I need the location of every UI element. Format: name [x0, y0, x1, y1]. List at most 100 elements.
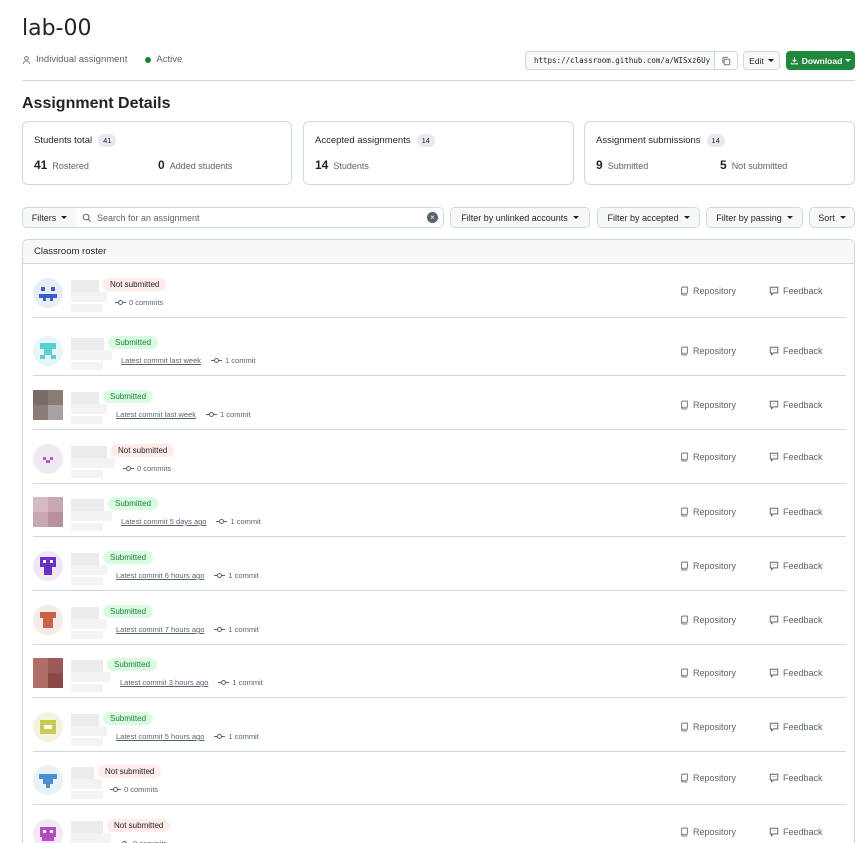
search-input[interactable]	[97, 212, 422, 223]
divider	[22, 80, 855, 81]
avatar[interactable]	[33, 551, 63, 581]
repository-link[interactable]: Repository	[680, 286, 736, 296]
repository-link[interactable]: Repository	[680, 615, 736, 625]
feedback-icon	[769, 507, 779, 517]
avatar-identicon	[39, 774, 57, 788]
chevron-down-icon	[61, 216, 68, 219]
redacted-name	[71, 821, 103, 833]
redacted-name	[71, 619, 107, 629]
status-badge: Not submitted	[107, 819, 171, 832]
commit-icon	[216, 519, 228, 524]
feedback-link[interactable]: Feedback	[769, 561, 823, 571]
assignment-type: Individual assignment	[22, 54, 127, 65]
repository-label: Repository	[693, 286, 737, 296]
latest-commit-link[interactable]: Latest commit 5 hours ago	[116, 732, 204, 741]
redacted-name	[71, 392, 99, 404]
chevron-down-icon	[839, 216, 846, 219]
latest-commit-link[interactable]: Latest commit 5 days ago	[121, 517, 206, 526]
feedback-label: Feedback	[783, 346, 823, 356]
commit-info: Latest commit 7 hours ago 1 commit	[116, 625, 259, 634]
commit-count-label: 1 commit	[230, 517, 261, 526]
commit-count: 1 commit	[214, 732, 259, 741]
repository-link[interactable]: Repository	[680, 668, 736, 678]
filter-accepted-label: Filter by accepted	[607, 212, 679, 223]
submitted-label: Submitted	[607, 161, 649, 171]
filters-button[interactable]: Filters	[22, 207, 77, 228]
invite-url-field[interactable]: https://classroom.github.com/a/WISxz6Uy	[525, 51, 715, 70]
repository-link[interactable]: Repository	[680, 722, 736, 732]
avatar[interactable]	[33, 390, 63, 420]
avatar-identicon	[33, 497, 63, 527]
sort-button[interactable]: Sort	[809, 207, 855, 228]
commit-count: 0 commits	[115, 298, 163, 307]
feedback-link[interactable]: Feedback	[769, 668, 823, 678]
feedback-link[interactable]: Feedback	[769, 827, 823, 837]
status-badge: Submitted	[103, 712, 154, 725]
commit-icon	[123, 466, 134, 471]
avatar[interactable]	[33, 444, 63, 474]
feedback-link[interactable]: Feedback	[769, 286, 823, 296]
feedback-link[interactable]: Feedback	[769, 400, 823, 410]
feedback-link[interactable]: Feedback	[769, 722, 823, 732]
feedback-link[interactable]: Feedback	[769, 452, 823, 462]
table-row: Not submitted 0 commits Repository Feedback	[23, 805, 854, 843]
edit-button[interactable]: Edit	[743, 51, 780, 70]
feedback-link[interactable]: Feedback	[769, 615, 823, 625]
table-row: Not submitted 0 commits Repository Feedback	[23, 430, 854, 484]
repository-link[interactable]: Repository	[680, 773, 736, 783]
avatar-identicon	[40, 343, 56, 359]
feedback-label: Feedback	[783, 452, 823, 462]
commit-icon	[110, 787, 121, 792]
repository-label: Repository	[693, 615, 737, 625]
assignment-meta: Individual assignment Active	[22, 54, 200, 65]
latest-commit-link[interactable]: Latest commit last week	[121, 356, 201, 365]
latest-commit-link[interactable]: Latest commit last week	[116, 410, 196, 419]
redacted-name	[71, 565, 107, 575]
assignment-submissions-card: Assignment submissions 14 9 Submitted 5 Not…	[584, 121, 855, 185]
latest-commit-link[interactable]: Latest commit 3 hours ago	[120, 678, 208, 687]
download-label: Download	[801, 55, 843, 66]
commit-info: Latest commit 5 days ago 1 commit	[121, 517, 261, 526]
repository-link[interactable]: Repository	[680, 561, 736, 571]
chevron-down-icon	[683, 216, 690, 219]
status-badge: Submitted	[107, 658, 158, 671]
commit-icon	[214, 734, 226, 739]
avatar[interactable]	[33, 336, 63, 366]
avatar[interactable]	[33, 605, 63, 635]
avatar[interactable]	[33, 765, 63, 795]
avatar[interactable]	[33, 712, 63, 742]
copy-url-button[interactable]	[715, 51, 738, 70]
status-badge: Not submitted	[111, 444, 175, 457]
rostered-label: Rostered	[52, 161, 89, 171]
repository-link[interactable]: Repository	[680, 827, 736, 837]
redacted-username	[71, 684, 103, 692]
repository-link[interactable]: Repository	[680, 400, 736, 410]
filter-passing-button[interactable]: Filter by passing	[706, 207, 803, 228]
download-button[interactable]: Download	[786, 51, 855, 70]
commit-count-label: 1 commit	[228, 732, 259, 741]
avatar[interactable]	[33, 819, 63, 843]
repository-link[interactable]: Repository	[680, 346, 736, 356]
feedback-link[interactable]: Feedback	[769, 507, 823, 517]
repository-link[interactable]: Repository	[680, 452, 736, 462]
table-row: Submitted Latest commit last week 1 commit…	[23, 322, 854, 376]
feedback-icon	[769, 827, 779, 837]
avatar[interactable]	[33, 658, 63, 688]
filter-unlinked-button[interactable]: Filter by unlinked accounts	[450, 207, 590, 228]
latest-commit-link[interactable]: Latest commit 7 hours ago	[116, 625, 204, 634]
added-label: Added students	[169, 161, 233, 171]
feedback-label: Feedback	[783, 615, 823, 625]
filter-accepted-button[interactable]: Filter by accepted	[597, 207, 700, 228]
feedback-link[interactable]: Feedback	[769, 346, 823, 356]
feedback-link[interactable]: Feedback	[769, 773, 823, 783]
repo-icon	[681, 668, 688, 678]
accepted-label: Students	[333, 161, 369, 171]
repository-link[interactable]: Repository	[680, 507, 736, 517]
clear-search-icon[interactable]: ×	[427, 212, 438, 223]
accepted-assignments-card: Accepted assignments 14 14 Students	[303, 121, 574, 185]
not-submitted-label: Not submitted	[731, 161, 788, 171]
latest-commit-link[interactable]: Latest commit 6 hours ago	[116, 571, 204, 580]
person-icon	[22, 55, 31, 64]
avatar[interactable]	[33, 497, 63, 527]
avatar[interactable]	[33, 278, 63, 308]
